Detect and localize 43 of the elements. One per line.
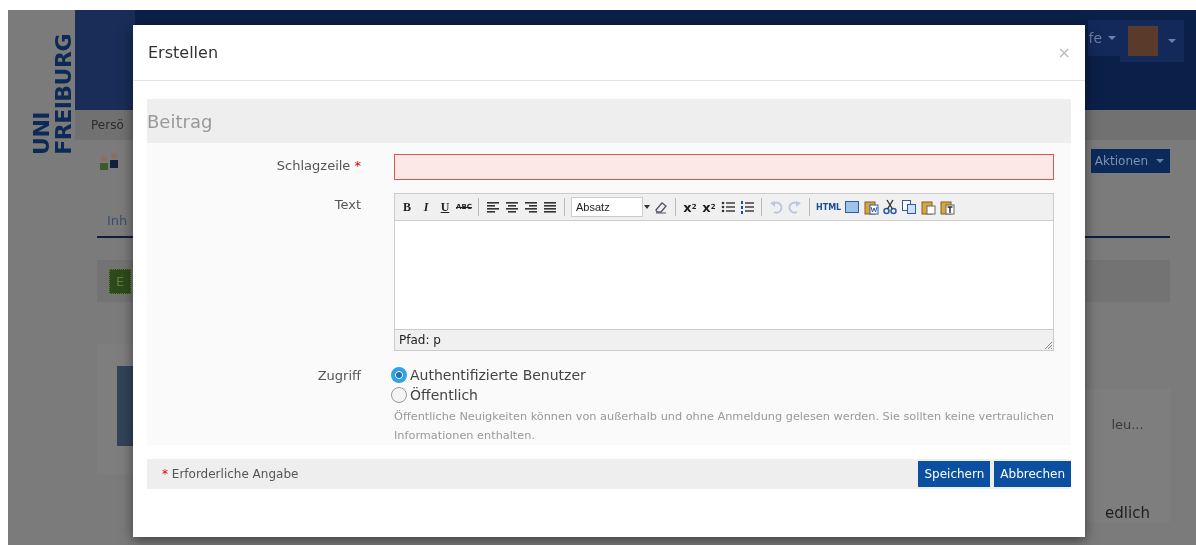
copy-icon[interactable] [901,199,918,215]
paste-text-icon[interactable] [939,199,956,215]
radio-label[interactable]: Öffentlich [410,387,478,403]
align-left-icon[interactable] [485,199,501,215]
scissors-icon[interactable] [882,199,899,215]
paste-icon[interactable] [920,199,937,215]
teaser-text: leu... [1111,417,1144,432]
align-right-icon[interactable] [523,199,539,215]
bold-button[interactable]: B [399,198,415,216]
numbered-list-icon[interactable] [739,199,755,215]
actions-button[interactable]: Aktionen [1090,149,1170,173]
snippet-text: edlich [1105,504,1150,522]
radio-button[interactable] [391,387,407,403]
dialog-button[interactable]: Speichern [918,461,991,487]
caret-icon [1156,159,1164,163]
headline-field[interactable] [394,154,1054,180]
dialog-button[interactable]: Abbrechen [994,461,1071,487]
field-label: Schlagzeile * [275,157,361,173]
university-logo: UNI FREIBURG [31,34,75,155]
radio-label[interactable]: Authentifizierte Benutzer [410,367,586,383]
field-label: Text [333,196,361,212]
dialog-title: Erstellen [148,43,218,62]
italic-button[interactable]: I [418,198,434,216]
section-title: Beitrag [147,110,213,132]
script-button[interactable]: x$^{2}$ [701,198,717,216]
html-button[interactable]: HTML [816,198,842,216]
help-text: Öffentliche Neuigkeiten können von außerhalb und ohne Anmeldung gelesen werden. Sie sollten keine vertraulichen Informationen enthalten. [394,409,1054,444]
required-note: * Erforderliche Angabe [162,467,299,481]
dropdown-arrow-icon[interactable] [644,205,650,209]
radio-button[interactable] [391,367,407,383]
justify-icon[interactable] [542,199,558,215]
caret-icon [1108,36,1116,40]
path-label: Pfad: p [399,333,441,347]
paste-word-icon[interactable] [863,199,880,215]
field-label: Zugriff [316,367,361,383]
underline-button[interactable]: U [437,198,453,216]
format-select[interactable]: Absatz [571,197,643,217]
align-center-icon[interactable] [504,199,520,215]
avatar-photo [1128,26,1158,56]
image-icon[interactable] [844,199,861,215]
caret-icon [1168,39,1176,43]
bullet-list-icon[interactable] [720,199,736,215]
resize-grip-icon[interactable] [1043,340,1053,350]
